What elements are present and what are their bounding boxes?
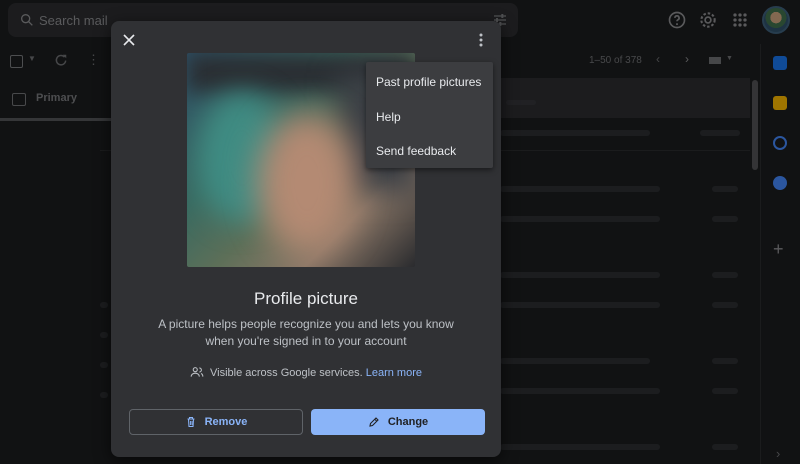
remove-button-label: Remove bbox=[204, 416, 248, 428]
visibility-text: Visible across Google services. bbox=[210, 367, 363, 379]
learn-more-link[interactable]: Learn more bbox=[366, 367, 422, 379]
menu-item-send-feedback[interactable]: Send feedback bbox=[376, 144, 456, 158]
close-icon[interactable] bbox=[119, 30, 139, 50]
people-icon bbox=[190, 367, 204, 377]
overflow-menu: Past profile pictures Help Send feedback bbox=[366, 62, 493, 168]
menu-item-past-profile-pictures[interactable]: Past profile pictures bbox=[376, 75, 481, 89]
change-button-label: Change bbox=[387, 416, 429, 428]
change-button[interactable]: Change bbox=[311, 409, 485, 435]
dialog-description: A picture helps people recognize you and… bbox=[158, 317, 454, 348]
more-vert-icon[interactable] bbox=[471, 30, 491, 50]
trash-icon bbox=[187, 416, 195, 428]
menu-item-help[interactable]: Help bbox=[376, 110, 401, 124]
visibility-note: Visible across Google services. Learn mo… bbox=[111, 366, 501, 379]
dialog-title: Profile picture bbox=[254, 289, 358, 308]
remove-button[interactable]: Remove bbox=[129, 409, 303, 435]
gmail-page: Search mail ▼ ⋮ 1–50 of 378 ‹ › ▼ Primar… bbox=[0, 0, 800, 464]
pencil-icon bbox=[369, 417, 379, 427]
